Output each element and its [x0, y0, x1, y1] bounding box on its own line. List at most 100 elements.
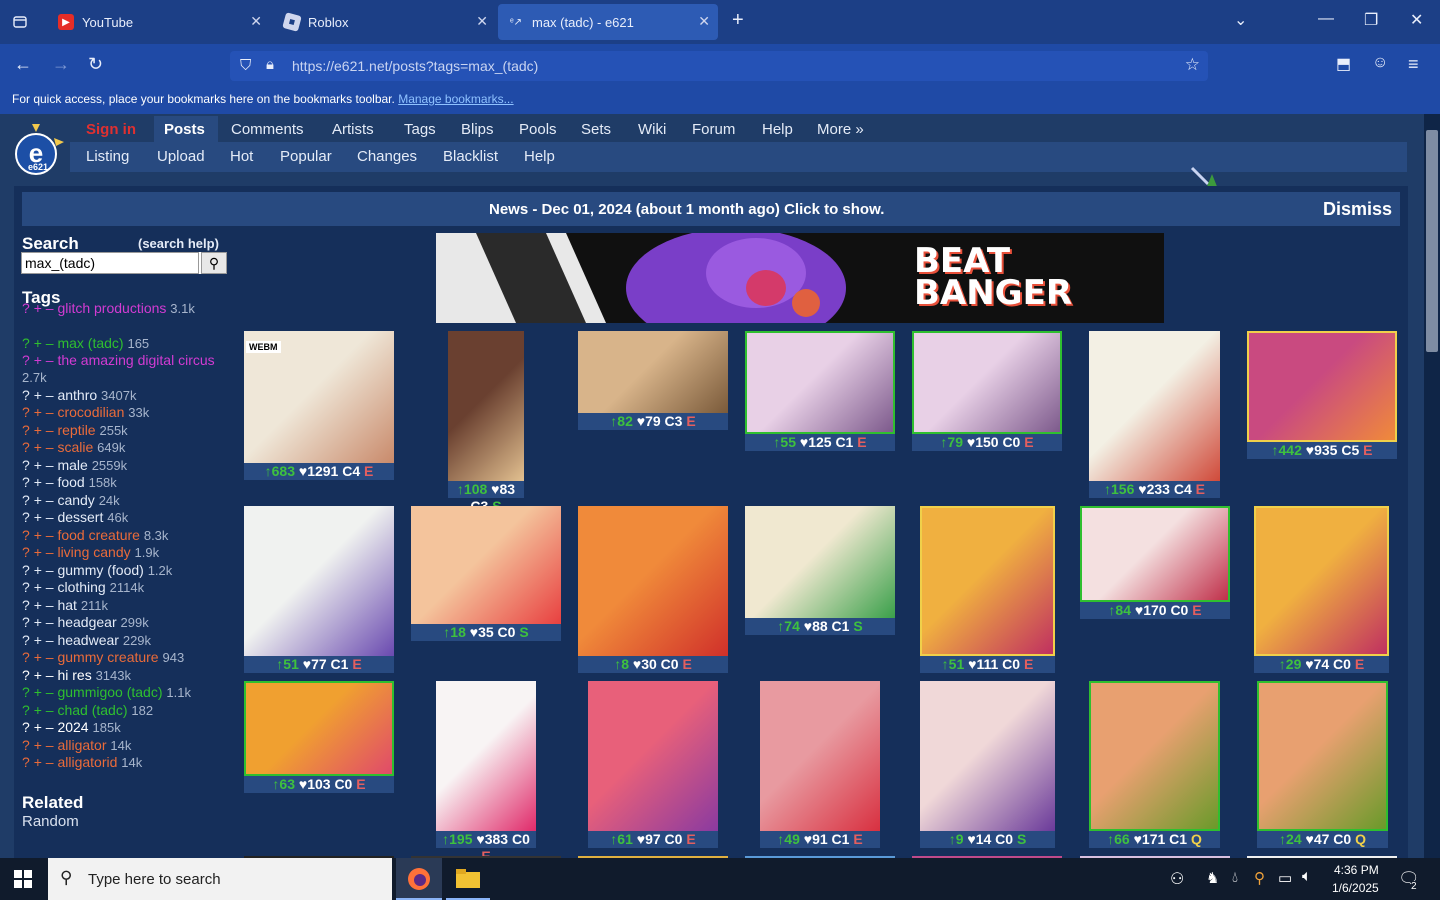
page-scrollbar[interactable]: [1424, 114, 1440, 858]
tag-wiki-link[interactable]: ?: [22, 719, 30, 735]
subnav-hot[interactable]: Hot: [230, 148, 253, 165]
tag-exclude-link[interactable]: –: [46, 352, 54, 368]
tag-wiki-link[interactable]: ?: [22, 352, 30, 368]
e621-logo[interactable]: e e621: [14, 120, 66, 180]
tag-name[interactable]: glitch productions: [57, 300, 166, 316]
tag-add-link[interactable]: +: [34, 667, 42, 683]
post-thumbnail[interactable]: ↑18 ♥35 C0 S: [411, 506, 561, 642]
post-image[interactable]: [1254, 506, 1389, 656]
tag-name[interactable]: anthro: [57, 387, 97, 403]
subnav-listing[interactable]: Listing: [86, 148, 129, 165]
extensions-icon[interactable]: ⬒: [1336, 54, 1351, 74]
tag-add-link[interactable]: +: [34, 300, 42, 316]
subnav-help[interactable]: Help: [524, 148, 555, 165]
subnav-changes[interactable]: Changes: [357, 148, 417, 165]
tag-wiki-link[interactable]: ?: [22, 300, 30, 316]
tag-exclude-link[interactable]: –: [46, 335, 54, 351]
tag-exclude-link[interactable]: –: [46, 667, 54, 683]
tag-exclude-link[interactable]: –: [46, 684, 54, 700]
taskbar-file-explorer[interactable]: [446, 858, 490, 900]
tag-add-link[interactable]: +: [34, 684, 42, 700]
tag-add-link[interactable]: +: [34, 754, 42, 770]
tag-exclude-link[interactable]: –: [46, 300, 54, 316]
post-thumbnail[interactable]: ↑108 ♥83 C3 S: [448, 331, 524, 514]
post-thumbnail[interactable]: ↑49 ♥91 C1 E: [760, 681, 880, 849]
tag-add-link[interactable]: +: [34, 439, 42, 455]
tag-add-link[interactable]: +: [34, 335, 42, 351]
tab-overview-icon[interactable]: [2, 4, 42, 40]
clock-date[interactable]: 1/6/2025: [1332, 881, 1379, 895]
tag-add-link[interactable]: +: [34, 509, 42, 525]
post-thumbnail[interactable]: ↑66 ♥171 C1 Q: [1089, 681, 1220, 849]
clock-time[interactable]: 4:36 PM: [1334, 863, 1379, 877]
tag-name[interactable]: headwear: [57, 632, 119, 648]
post-image[interactable]: [411, 506, 561, 624]
subnav-popular[interactable]: Popular: [280, 148, 332, 165]
tag-add-link[interactable]: +: [34, 737, 42, 753]
post-thumbnail[interactable]: ↑74 ♥88 C1 S: [745, 506, 895, 636]
nav-artists[interactable]: Artists: [332, 121, 374, 138]
nav-tags[interactable]: Tags: [404, 121, 436, 138]
tag-name[interactable]: male: [57, 457, 87, 473]
tag-wiki-link[interactable]: ?: [22, 562, 30, 578]
tag-wiki-link[interactable]: ?: [22, 474, 30, 490]
post-thumbnail[interactable]: ↑29 ♥74 C0 E: [1254, 506, 1389, 674]
tag-wiki-link[interactable]: ?: [22, 597, 30, 613]
shield-icon[interactable]: ⛉: [240, 57, 251, 74]
post-thumbnail[interactable]: ↑79 ♥150 C0 E: [912, 331, 1062, 452]
people-icon[interactable]: ⚇: [1170, 869, 1184, 889]
tag-wiki-link[interactable]: ?: [22, 457, 30, 473]
post-image[interactable]: [912, 331, 1062, 434]
post-image[interactable]: [436, 681, 536, 831]
post-image[interactable]: [745, 506, 895, 618]
tag-add-link[interactable]: +: [34, 614, 42, 630]
back-icon[interactable]: ←: [14, 54, 32, 75]
tray-drop-icon[interactable]: 💧︎: [1232, 869, 1238, 886]
close-tab-icon[interactable]: ✕: [250, 13, 262, 30]
post-thumbnail[interactable]: ↑63 ♥103 C0 E: [244, 681, 394, 794]
post-image[interactable]: [1080, 506, 1230, 602]
tag-name[interactable]: food: [57, 474, 84, 490]
forward-icon[interactable]: →: [52, 54, 70, 75]
tag-wiki-link[interactable]: ?: [22, 335, 30, 351]
post-thumbnail[interactable]: ↑51 ♥77 C1 E: [244, 506, 394, 674]
tag-name[interactable]: dessert: [57, 509, 103, 525]
tag-name[interactable]: clothing: [57, 579, 105, 595]
news-text[interactable]: News - Dec 01, 2024 (about 1 month ago) …: [489, 201, 884, 218]
tag-add-link[interactable]: +: [34, 352, 42, 368]
nav-blips[interactable]: Blips: [461, 121, 494, 138]
post-thumbnail[interactable]: ↑9 ♥14 C0 S: [920, 681, 1055, 849]
tag-wiki-link[interactable]: ?: [22, 702, 30, 718]
tag-add-link[interactable]: +: [34, 719, 42, 735]
post-image[interactable]: [244, 681, 394, 776]
tag-name[interactable]: chad (tadc): [57, 702, 127, 718]
tag-exclude-link[interactable]: –: [46, 439, 54, 455]
tag-exclude-link[interactable]: –: [46, 492, 54, 508]
tag-name[interactable]: gummy (food): [57, 562, 143, 578]
post-image[interactable]: [244, 506, 394, 656]
tag-exclude-link[interactable]: –: [46, 702, 54, 718]
tag-name[interactable]: crocodilian: [57, 404, 124, 420]
post-thumbnail[interactable]: ↑8 ♥30 C0 E: [578, 506, 728, 674]
close-window-icon[interactable]: ✕: [1410, 10, 1423, 30]
subnav-blacklist[interactable]: Blacklist: [443, 148, 498, 165]
nav-help[interactable]: Help: [762, 121, 793, 138]
banner-ad[interactable]: BEAT BANGER: [436, 233, 1164, 323]
tag-exclude-link[interactable]: –: [46, 474, 54, 490]
tag-exclude-link[interactable]: –: [46, 422, 54, 438]
tab-e621[interactable]: ᵉ↗ max (tadc) - e621 ✕: [498, 4, 718, 40]
tab-youtube[interactable]: ▶ YouTube ✕: [48, 4, 270, 40]
lock-icon[interactable]: 🔒︎: [266, 56, 274, 73]
bookmark-star-icon[interactable]: ☆: [1185, 55, 1200, 75]
post-thumbnail[interactable]: ↑84 ♥170 C0 E: [1080, 506, 1230, 620]
tag-add-link[interactable]: +: [34, 702, 42, 718]
tag-name[interactable]: gummy creature: [57, 649, 158, 665]
post-image[interactable]: [448, 331, 524, 481]
tag-add-link[interactable]: +: [34, 544, 42, 560]
account-icon[interactable]: ☺: [1372, 54, 1388, 72]
tag-wiki-link[interactable]: ?: [22, 667, 30, 683]
tag-exclude-link[interactable]: –: [46, 527, 54, 543]
tag-exclude-link[interactable]: –: [46, 404, 54, 420]
windows-start-icon[interactable]: [14, 870, 32, 893]
network-icon[interactable]: ▭: [1278, 869, 1292, 887]
